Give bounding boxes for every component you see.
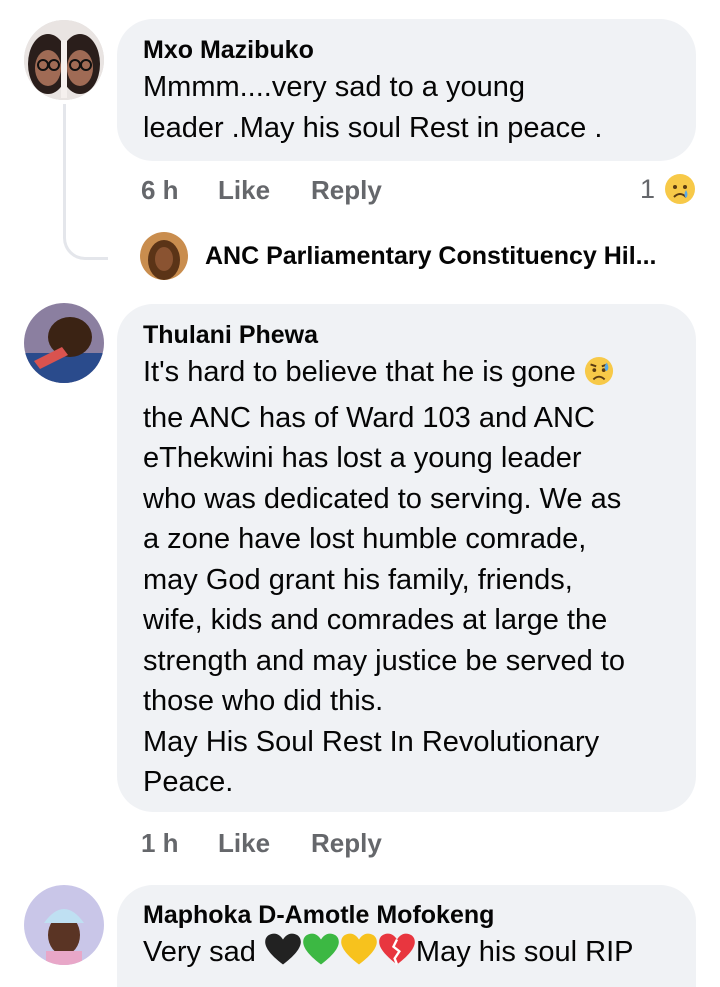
comment-author[interactable]: Thulani Phewa — [143, 320, 670, 350]
yellow-heart-icon — [340, 932, 378, 978]
reaction-count[interactable]: 1 — [640, 174, 655, 205]
comment-text-line: Very sad May his soul RIP — [143, 932, 670, 978]
broken-heart-icon — [378, 932, 416, 978]
comment-bubble: Thulani Phewa It's hard to believe that … — [117, 304, 696, 812]
comment-text-line: who was dedicated to serving. We as — [143, 482, 622, 515]
sad-face-icon — [584, 356, 614, 398]
profile-photo — [24, 20, 104, 100]
avatar[interactable] — [24, 303, 104, 383]
comment-text-line: Mmmm....very sad to a young — [143, 71, 525, 103]
like-button[interactable]: Like — [218, 175, 270, 206]
reply-thread-connector — [63, 104, 108, 260]
avatar[interactable] — [24, 885, 104, 965]
comment-author[interactable]: Maphoka D-Amotle Mofokeng — [143, 900, 670, 930]
black-heart-icon — [264, 932, 302, 978]
reply-button[interactable]: Reply — [311, 175, 382, 206]
green-heart-icon — [302, 932, 340, 978]
comment-text-line: a zone have lost humble comrade, — [143, 523, 587, 555]
comment-text-line: wife, kids and comrades at large the — [143, 604, 608, 636]
reply-preview-author[interactable]: ANC Parliamentary Constituency Hil... — [205, 242, 657, 271]
reply-button[interactable]: Reply — [311, 828, 382, 859]
comment-text-line: may God grant his family, friends, — [143, 563, 573, 596]
comment-timestamp[interactable]: 6 h — [141, 175, 179, 206]
like-button[interactable]: Like — [218, 828, 270, 859]
comment-timestamp[interactable]: 1 h — [141, 828, 179, 859]
comment-text-line: May His Soul Rest In Revolutionary — [143, 725, 600, 758]
comment-author[interactable]: Mxo Mazibuko — [143, 35, 670, 65]
comment-text-line: those who did this. — [143, 685, 384, 717]
crying-face-icon[interactable] — [664, 173, 696, 205]
profile-photo — [24, 303, 104, 383]
comment-bubble: Mxo Mazibuko Mmmm....very sad to a young… — [117, 19, 696, 161]
reply-author-avatar[interactable] — [140, 232, 188, 280]
comment-text-line: strength and may justice be served to — [143, 644, 625, 677]
comment-text-line: Peace. — [143, 766, 234, 798]
comment-text-line: It's hard to believe that he is gone — [143, 352, 670, 398]
profile-photo — [140, 232, 188, 280]
comment-text-line: eThekwini has lost a young leader — [143, 442, 582, 474]
comment-bubble: Maphoka D-Amotle Mofokeng Very sad May h… — [117, 885, 696, 987]
comment-text-line: the ANC has of Ward 103 and ANC — [143, 401, 595, 434]
profile-photo — [24, 885, 104, 965]
avatar[interactable] — [24, 20, 104, 100]
comment-text-line: leader .May his soul Rest in peace . — [143, 111, 603, 144]
